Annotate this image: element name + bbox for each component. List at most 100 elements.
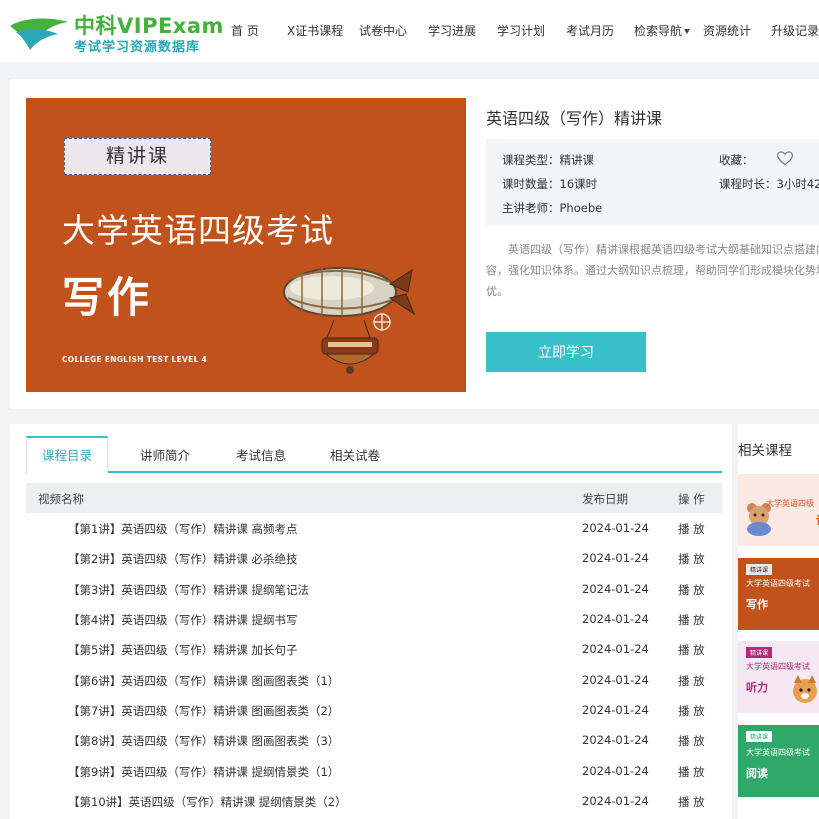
nav-label: 资源统计 [703, 24, 752, 38]
nav-item-paper-center[interactable]: 试卷中心 [359, 22, 407, 39]
puppy-icon [793, 675, 817, 703]
lesson-name[interactable]: 【第1讲】英语四级（写作）精讲课 高频考点 [68, 521, 297, 537]
nav-label: 学习计划 [497, 24, 546, 38]
lesson-date: 2024-01-24 [582, 582, 649, 596]
nav-item-search-nav[interactable]: 检索导航 [634, 22, 691, 39]
col-header-date: 发布日期 [582, 492, 628, 506]
play-button[interactable]: 播 放 [678, 642, 705, 658]
course-type: 课程类型：精讲课 [502, 152, 594, 168]
top-header: 中科VIPExam 考试学习资源数据库 首 页 X证书课程 试卷中心 学习进展 … [0, 0, 819, 62]
lesson-name[interactable]: 【第10讲】英语四级（写作）精讲课 提纲情景类（2） [68, 794, 347, 810]
play-button[interactable]: 播 放 [678, 733, 705, 749]
course-type-value: 精讲课 [559, 153, 595, 167]
col-header-action: 操 作 [678, 492, 705, 506]
course-meta-box: 课程类型：精讲课 课时数量：16课时 主讲老师：Phoebe 收藏： 课程时长：… [486, 139, 819, 225]
tab-course-catalog[interactable]: 课程目录 [26, 436, 108, 475]
heart-icon[interactable] [776, 150, 794, 166]
favorite-label: 收藏： [719, 153, 754, 167]
related-course-line2: 写作 [746, 598, 768, 611]
related-course-tag: 精讲课 [746, 564, 773, 575]
tab-label: 考试信息 [235, 448, 286, 463]
lesson-date: 2024-01-24 [582, 703, 649, 717]
play-button[interactable]: 播 放 [678, 551, 705, 567]
related-course-card[interactable]: 精讲课 大学英语四级考试 写作 [738, 558, 819, 630]
play-button[interactable]: 播 放 [678, 521, 705, 537]
lesson-count-value: 16课时 [559, 177, 598, 191]
nav-label: 首 页 [231, 24, 259, 38]
airship-illustration-icon [283, 267, 416, 374]
play-button[interactable]: 播 放 [678, 764, 705, 780]
start-study-button[interactable]: 立即学习 [486, 332, 646, 372]
table-row[interactable]: 【第2讲】英语四级（写作）精讲课 必杀绝技 2024-01-24 播 放 [26, 543, 722, 573]
lesson-date: 2024-01-24 [582, 612, 649, 626]
lesson-date: 2024-01-24 [582, 642, 649, 656]
course-cover-image: 精讲课 大学英语四级考试 写作 COLLEGE ENGLISH TEST LEV… [26, 98, 466, 392]
course-favorite: 收藏： [719, 152, 754, 168]
chevron-down-icon [684, 29, 691, 34]
course-description: 英语四级（写作）精讲课根据英语四级考试大纲基础知识点搭建内容，强化知识体系。通过… [486, 243, 819, 298]
play-button[interactable]: 播 放 [678, 794, 705, 810]
lesson-name[interactable]: 【第8讲】英语四级（写作）精讲课 图画图表类（3） [68, 733, 339, 749]
related-course-tag: 精讲课 [746, 731, 773, 742]
lesson-name[interactable]: 【第6讲】英语四级（写作）精讲课 图画图表类（1） [68, 673, 339, 689]
table-row[interactable]: 【第7讲】英语四级（写作）精讲课 图画图表类（2） 2024-01-24 播 放 [26, 695, 722, 725]
course-title: 英语四级（写作）精讲课 [486, 109, 663, 128]
lesson-date: 2024-01-24 [582, 673, 649, 687]
table-row[interactable]: 【第8讲】英语四级（写作）精讲课 图画图表类（3） 2024-01-24 播 放 [26, 725, 722, 755]
site-logo[interactable]: 中科VIPExam 考试学习资源数据库 [8, 8, 223, 55]
nav-label: 升级记录 [771, 24, 819, 38]
related-course-line1: 大学英语四级 [766, 499, 814, 508]
related-course-card[interactable]: 精讲课 大学英语四级考试 阅读 [738, 725, 819, 797]
play-button[interactable]: 播 放 [678, 612, 705, 628]
tab-related-papers[interactable]: 相关试卷 [314, 436, 396, 473]
lesson-name[interactable]: 【第9讲】英语四级（写作）精讲课 提纲情景类（1） [68, 764, 339, 780]
table-row[interactable]: 【第10讲】英语四级（写作）精讲课 提纲情景类（2） 2024-01-24 播 … [26, 786, 722, 816]
play-button[interactable]: 播 放 [678, 673, 705, 689]
nav-item-home[interactable]: 首 页 [231, 22, 259, 39]
cover-tag: 精讲课 [64, 138, 211, 175]
course-type-label: 课程类型： [502, 153, 560, 167]
lesson-name[interactable]: 【第5讲】英语四级（写作）精讲课 加长句子 [68, 642, 297, 658]
nav-item-calendar[interactable]: 考试月历 [566, 22, 614, 39]
related-course-line2: 听力 [746, 681, 768, 694]
lesson-name[interactable]: 【第4讲】英语四级（写作）精讲课 提纲书写 [68, 612, 297, 628]
related-course-line1: 大学英语四级考试 [746, 662, 810, 671]
play-button[interactable]: 播 放 [678, 703, 705, 719]
nav-item-stats[interactable]: 资源统计 [703, 22, 751, 39]
tab-label: 讲师简介 [139, 448, 190, 463]
tab-exam-info[interactable]: 考试信息 [220, 436, 302, 473]
table-row[interactable]: 【第9讲】英语四级（写作）精讲课 提纲情景类（1） 2024-01-24 播 放 [26, 756, 722, 786]
play-button[interactable]: 播 放 [678, 582, 705, 598]
lessons-panel: 课程目录 讲师简介 考试信息 相关试卷 视频名称 发布日期 操 作 【第1讲】英… [10, 424, 732, 819]
cover-title: 大学英语四级考试 [62, 211, 334, 250]
course-duration: 课程时长：3小时42 [719, 176, 819, 192]
lesson-name[interactable]: 【第7讲】英语四级（写作）精讲课 图画图表类（2） [68, 703, 339, 719]
lesson-count-label: 课时数量： [502, 177, 560, 191]
related-course-card[interactable]: 精讲课 大学英语四级考试 听力 [738, 641, 819, 713]
table-row[interactable]: 【第6讲】英语四级（写作）精讲课 图画图表类（1） 2024-01-24 播 放 [26, 665, 722, 695]
related-course-line1: 大学英语四级考试 [746, 579, 810, 588]
lesson-table-header: 视频名称 发布日期 操 作 [26, 483, 722, 513]
lesson-name[interactable]: 【第3讲】英语四级（写作）精讲课 提纲笔记法 [68, 582, 309, 598]
table-row[interactable]: 【第5讲】英语四级（写作）精讲课 加长句子 2024-01-24 播 放 [26, 634, 722, 664]
table-row[interactable]: 【第1讲】英语四级（写作）精讲课 高频考点 2024-01-24 播 放 [26, 513, 722, 543]
tab-label: 课程目录 [41, 448, 92, 463]
tab-teacher-intro[interactable]: 讲师简介 [124, 436, 206, 473]
related-courses-sidebar: 相关课程 大学英语四级 读 精讲课 大学英语四级考试 写作 精讲课 大学英语四级… [738, 424, 819, 819]
related-course-line2: 阅读 [746, 767, 768, 780]
lesson-name[interactable]: 【第2讲】英语四级（写作）精讲课 必杀绝技 [68, 551, 297, 567]
nav-item-progress[interactable]: 学习进展 [428, 22, 476, 39]
cover-english: COLLEGE ENGLISH TEST LEVEL 4 [62, 355, 208, 364]
nav-item-upgrade-log[interactable]: 升级记录 [771, 22, 819, 39]
brand-slogan: 考试学习资源数据库 [74, 40, 201, 55]
duration-label: 课程时长： [719, 177, 777, 191]
lesson-date: 2024-01-24 [582, 521, 649, 535]
related-course-tag: 精讲课 [746, 647, 773, 658]
nav-item-x-cert[interactable]: X证书课程 [287, 22, 343, 39]
table-row[interactable]: 【第4讲】英语四级（写作）精讲课 提纲书写 2024-01-24 播 放 [26, 604, 722, 634]
related-course-card[interactable]: 大学英语四级 读 [738, 474, 819, 546]
nav-label: 检索导航 [634, 24, 683, 38]
table-row[interactable]: 【第3讲】英语四级（写作）精讲课 提纲笔记法 2024-01-24 播 放 [26, 574, 722, 604]
nav-item-plan[interactable]: 学习计划 [497, 22, 545, 39]
logo-mark-icon [10, 18, 68, 50]
